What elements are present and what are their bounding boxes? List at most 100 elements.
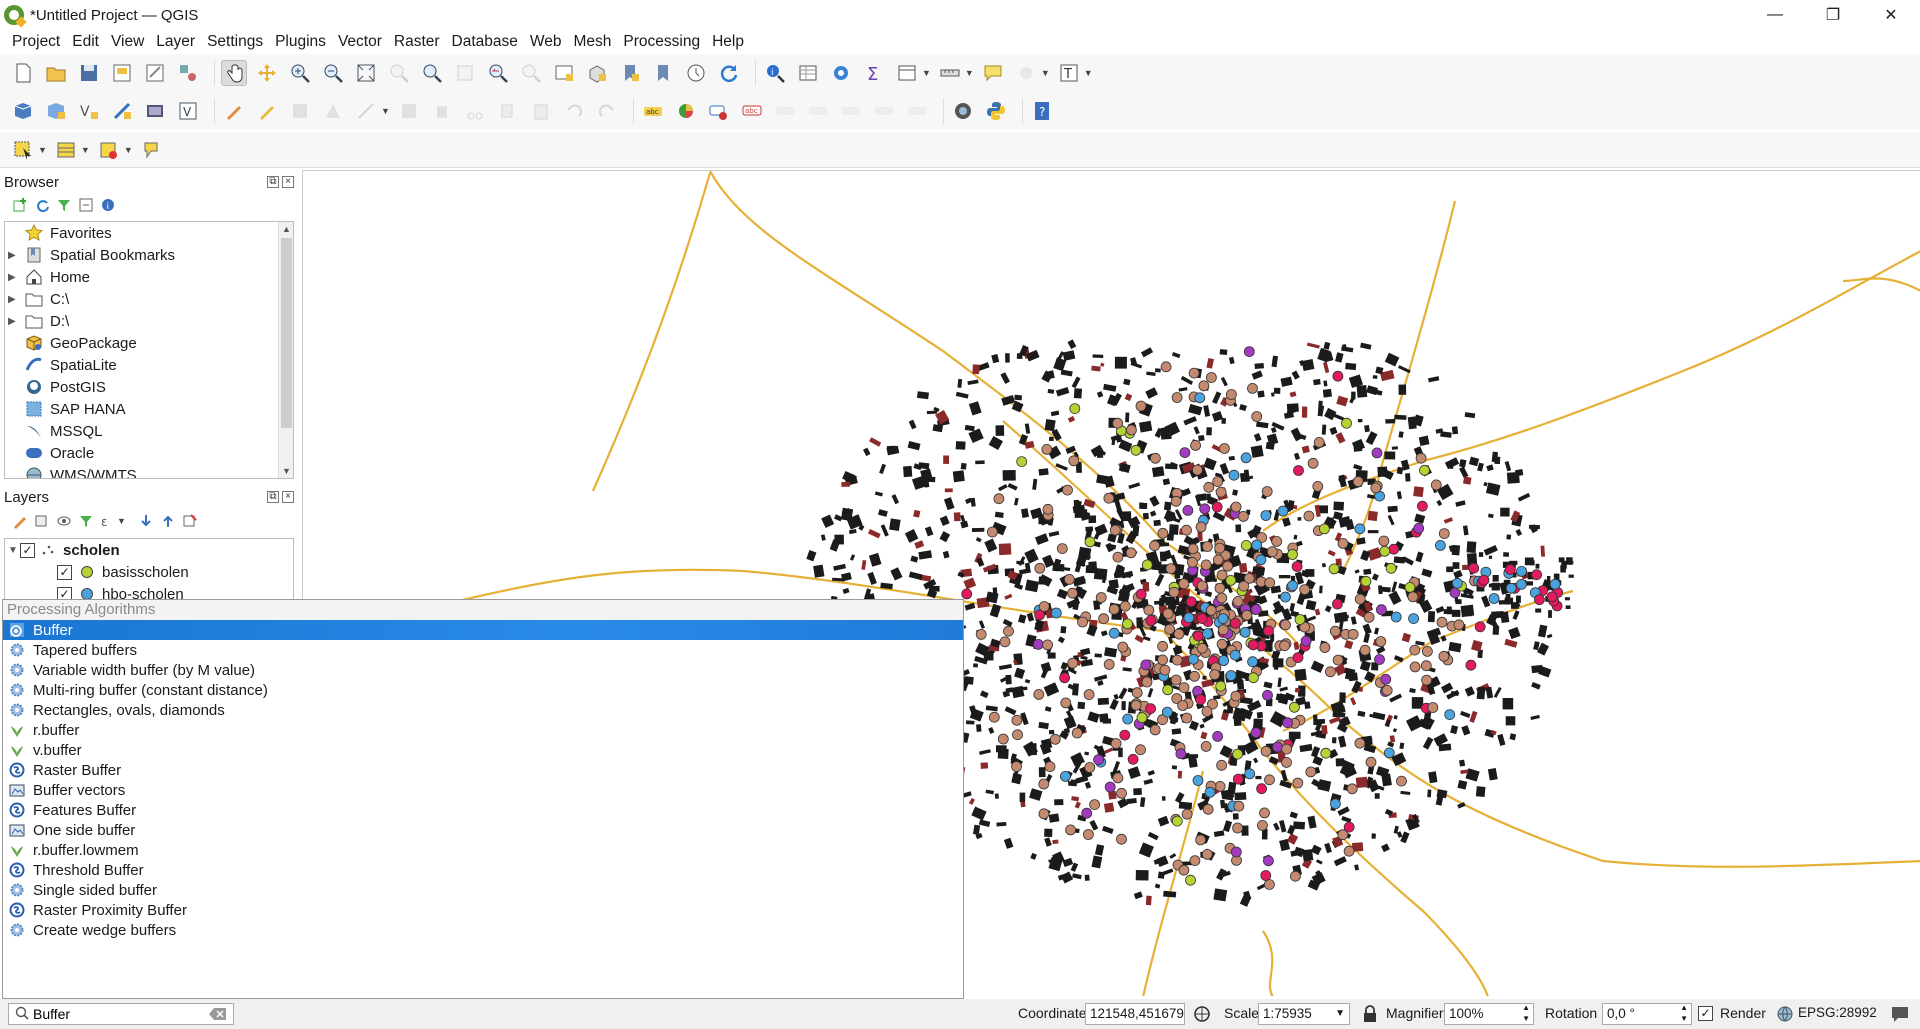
browser-item-spatialite[interactable]: SpatiaLite	[5, 354, 293, 376]
algorithm-item[interactable]: v.buffer	[3, 740, 963, 760]
maximize-button[interactable]: ❐	[1804, 0, 1862, 30]
magnifier-spinbox[interactable]: 100% ▲ ▼	[1444, 1003, 1534, 1025]
browser-item-wms-wmts[interactable]: WMS/WMTS	[5, 464, 293, 478]
text-annotation-icon[interactable]: T	[1056, 60, 1082, 86]
info-icon[interactable]: i	[100, 197, 116, 213]
new-temporary-layer-icon[interactable]	[109, 98, 135, 124]
save-edits-icon[interactable]	[287, 98, 313, 124]
layer-visibility-checkbox[interactable]: ✓	[57, 564, 72, 580]
algorithm-item[interactable]: Multi-ring buffer (constant distance)	[3, 680, 963, 700]
browser-item-geopackage[interactable]: GeoPackage	[5, 332, 293, 354]
browser-item-home[interactable]: ▶ Home	[5, 266, 293, 288]
undo-icon[interactable]	[561, 98, 587, 124]
scroll-down-icon[interactable]: ▼	[282, 466, 291, 476]
open-project-icon[interactable]	[43, 60, 69, 86]
cut-features-icon[interactable]	[462, 98, 488, 124]
toggle-editing-icon[interactable]	[254, 98, 280, 124]
filter-icon[interactable]	[56, 197, 72, 213]
render-checkbox[interactable]: ✓	[1698, 1006, 1713, 1021]
open-attribute-table-icon[interactable]	[795, 60, 821, 86]
algorithm-item[interactable]: Rectangles, ovals, diamonds	[3, 700, 963, 720]
browser-item-oracle[interactable]: Oracle	[5, 442, 293, 464]
pin-labels-icon[interactable]: abc	[739, 98, 765, 124]
close-panel-icon[interactable]: ×	[282, 176, 294, 188]
statistical-summary-icon[interactable]: Σ	[861, 60, 887, 86]
refresh-icon[interactable]	[34, 197, 50, 213]
menu-layer[interactable]: Layer	[150, 30, 201, 54]
chevron-down-icon[interactable]: ▼	[922, 68, 931, 78]
algorithm-item[interactable]: Features Buffer	[3, 800, 963, 820]
select-features-icon[interactable]	[10, 137, 36, 163]
remove-layer-icon[interactable]	[182, 513, 198, 529]
chevron-down-icon[interactable]: ▼	[381, 106, 390, 116]
delete-selected-icon[interactable]	[429, 98, 455, 124]
zoom-to-layer-icon[interactable]	[419, 60, 445, 86]
algorithm-item[interactable]: One side buffer	[3, 820, 963, 840]
menu-mesh[interactable]: Mesh	[568, 30, 618, 54]
select-by-expression-icon[interactable]	[53, 137, 79, 163]
expand-all-icon[interactable]	[138, 513, 154, 529]
rotate-label-icon[interactable]	[838, 98, 864, 124]
select-by-location-icon[interactable]	[139, 137, 165, 163]
menu-vector[interactable]: Vector	[332, 30, 388, 54]
data-source-manager-icon[interactable]	[10, 98, 36, 124]
crs-globe-icon[interactable]	[1776, 1005, 1794, 1026]
menu-project[interactable]: Project	[6, 30, 66, 54]
algorithm-item[interactable]: Create wedge buffers	[3, 920, 963, 940]
new-map-view-icon[interactable]	[551, 60, 577, 86]
locator-icon[interactable]	[1013, 60, 1039, 86]
collapse-all-icon[interactable]	[160, 513, 176, 529]
zoom-native-icon[interactable]	[452, 60, 478, 86]
algorithm-item[interactable]: r.buffer.lowmem	[3, 840, 963, 860]
clear-search-icon[interactable]	[209, 1007, 227, 1024]
chevron-down-icon[interactable]: ▼	[8, 545, 20, 556]
refresh-icon[interactable]	[716, 60, 742, 86]
filter-expression-icon[interactable]: ε	[100, 513, 116, 529]
browser-item-d[interactable]: ▶ D:\	[5, 310, 293, 332]
algorithm-item[interactable]: Raster Proximity Buffer	[3, 900, 963, 920]
menu-edit[interactable]: Edit	[66, 30, 105, 54]
spin-arrows-icon[interactable]: ▲ ▼	[1680, 1002, 1688, 1024]
zoom-in-icon[interactable]	[287, 60, 313, 86]
vertex-tool-icon[interactable]	[353, 98, 379, 124]
menu-plugins[interactable]: Plugins	[269, 30, 332, 54]
temporal-controller-icon[interactable]	[683, 60, 709, 86]
messages-icon[interactable]	[1890, 1005, 1910, 1026]
browser-item-favorites[interactable]: Favorites	[5, 222, 293, 244]
attribute-table-dropdown-icon[interactable]	[894, 60, 920, 86]
redo-icon[interactable]	[594, 98, 620, 124]
menu-help[interactable]: Help	[706, 30, 750, 54]
pan-map-icon[interactable]	[221, 60, 247, 86]
algorithm-item[interactable]: Single sided buffer	[3, 880, 963, 900]
menu-web[interactable]: Web	[524, 30, 568, 54]
pan-to-selection-icon[interactable]	[254, 60, 280, 86]
browser-item-mssql[interactable]: MSSQL	[5, 420, 293, 442]
paste-features-icon[interactable]	[528, 98, 554, 124]
show-hide-labels-icon[interactable]	[772, 98, 798, 124]
measure-line-icon[interactable]	[937, 60, 963, 86]
browser-item-postgis[interactable]: PostGIS	[5, 376, 293, 398]
add-vector-layer-icon[interactable]: V	[175, 98, 201, 124]
show-bookmarks-icon[interactable]	[650, 60, 676, 86]
algorithm-item[interactable]: Buffer vectors	[3, 780, 963, 800]
chevron-down-icon[interactable]: ▼	[117, 516, 126, 526]
close-button[interactable]: ✕	[1862, 0, 1920, 30]
copy-features-icon[interactable]	[495, 98, 521, 124]
add-layer-icon[interactable]	[12, 197, 28, 213]
menu-processing[interactable]: Processing	[617, 30, 706, 54]
scrollbar-thumb[interactable]	[281, 238, 292, 428]
chevron-down-icon[interactable]: ▼	[38, 145, 47, 155]
new-bookmark-icon[interactable]	[617, 60, 643, 86]
coordinate-field[interactable]: 121548,451679	[1085, 1003, 1185, 1025]
layer-group-row[interactable]: ▼ ✓ scholen	[5, 539, 293, 561]
highlight-pinned-labels-icon[interactable]	[706, 98, 732, 124]
quickmapservices-icon[interactable]	[950, 98, 976, 124]
zoom-out-icon[interactable]	[320, 60, 346, 86]
add-feature-icon[interactable]	[320, 98, 346, 124]
new-project-icon[interactable]	[10, 60, 36, 86]
modify-attributes-icon[interactable]	[396, 98, 422, 124]
algorithm-item[interactable]: Buffer	[3, 620, 963, 640]
style-panel-icon[interactable]	[12, 513, 28, 529]
manage-themes-icon[interactable]	[56, 513, 72, 529]
browser-item-sap-hana[interactable]: SAP HANA	[5, 398, 293, 420]
